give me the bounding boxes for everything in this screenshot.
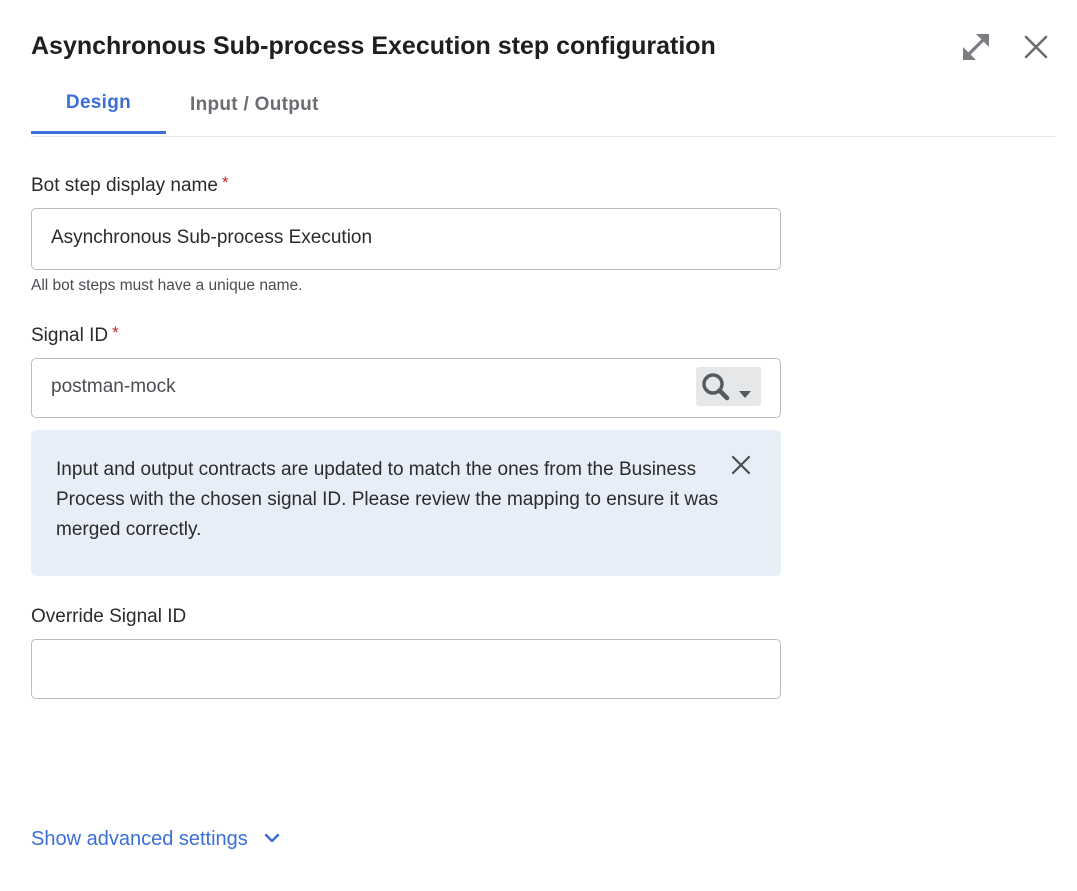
override-signal-id-label: Override Signal ID — [31, 606, 187, 627]
chevron-down-icon — [265, 833, 280, 842]
tab-input-output[interactable]: Input / Output — [190, 80, 330, 134]
alert-close-icon[interactable] — [730, 454, 752, 476]
display-name-input[interactable]: Asynchronous Sub-process Execution — [31, 208, 781, 270]
signal-id-label-text: Signal ID — [31, 325, 109, 346]
required-mark: * — [112, 323, 119, 342]
close-x-icon — [1024, 35, 1048, 59]
display-name-helper: All bot steps must have a unique name. — [31, 277, 303, 294]
expand-arrows-icon — [962, 33, 990, 61]
advanced-settings-label: Show advanced settings — [31, 828, 248, 850]
required-mark: * — [221, 173, 229, 192]
display-name-value: Asynchronous Sub-process Execution — [51, 227, 373, 248]
close-icon[interactable] — [1021, 32, 1051, 62]
display-name-label: Bot step display name * — [31, 173, 229, 197]
tab-design[interactable]: Design — [31, 80, 166, 134]
signal-lookup-button[interactable] — [696, 367, 761, 406]
search-icon — [702, 373, 751, 401]
signal-id-value: postman-mock — [51, 376, 176, 397]
display-name-label-text: Bot step display name — [31, 175, 218, 196]
alert-message: Input and output contracts are updated t… — [56, 459, 719, 540]
tab-bar: Design Input / Output — [31, 80, 1055, 137]
signal-id-input[interactable]: postman-mock — [31, 358, 781, 418]
caret-down-icon — [739, 391, 751, 398]
close-x-icon — [731, 455, 751, 475]
dialog-title: Asynchronous Sub-process Execution step … — [31, 32, 716, 60]
override-signal-id-input[interactable] — [31, 639, 781, 699]
expand-icon[interactable] — [959, 30, 993, 64]
show-advanced-settings-link[interactable]: Show advanced settings — [31, 828, 281, 851]
info-alert: Input and output contracts are updated t… — [31, 430, 781, 576]
signal-id-label: Signal ID * — [31, 323, 119, 347]
dialog-header: Asynchronous Sub-process Execution step … — [31, 28, 1055, 68]
